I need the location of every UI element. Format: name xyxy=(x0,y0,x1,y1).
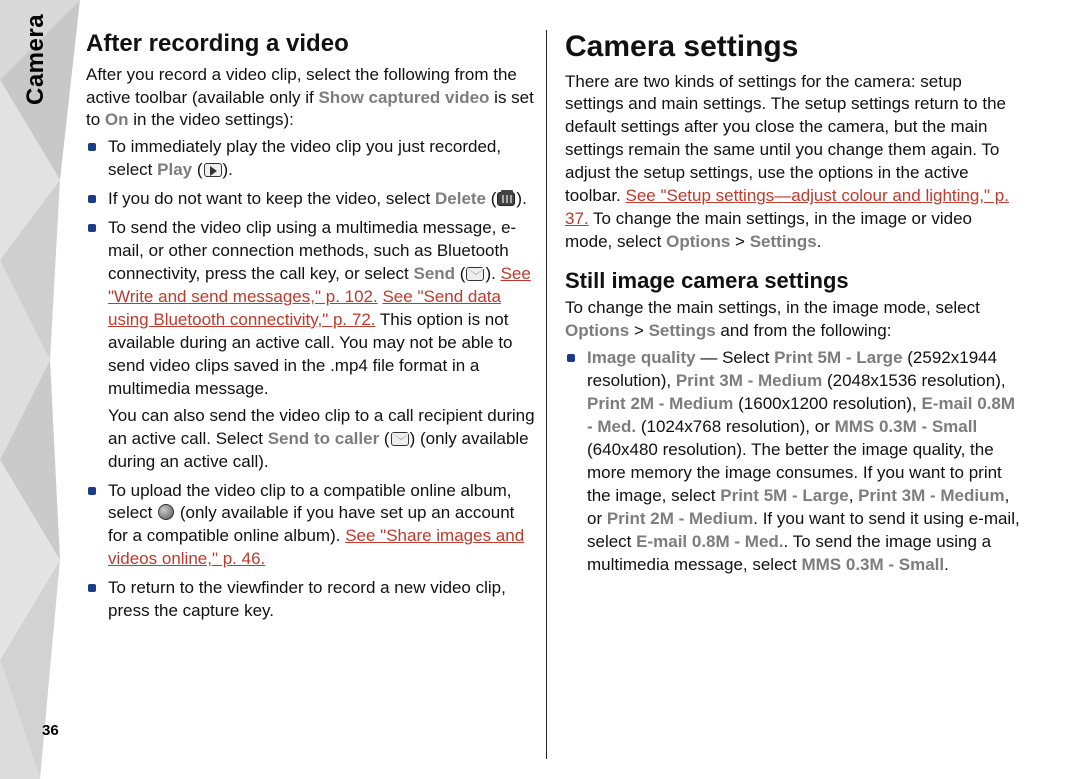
section-side-label: Camera xyxy=(20,14,52,105)
list-item: If you do not want to keep the video, se… xyxy=(108,188,536,211)
camera-settings-intro: There are two kinds of settings for the … xyxy=(565,71,1021,255)
list-item: To immediately play the video clip you j… xyxy=(108,136,536,182)
still-image-intro: To change the main settings, in the imag… xyxy=(565,297,1021,343)
heading-still-image-settings: Still image camera settings xyxy=(565,268,1021,293)
manual-page: Camera 36 After recording a video After … xyxy=(0,0,1080,779)
heading-camera-settings: Camera settings xyxy=(565,30,1021,65)
intro-paragraph: After you record a video clip, select th… xyxy=(86,64,536,133)
envelope-icon xyxy=(391,432,409,446)
right-column: Camera settings There are two kinds of s… xyxy=(546,30,1021,759)
still-image-settings-list: Image quality — Select Print 5M - Large … xyxy=(565,347,1021,576)
list-item: To return to the viewfinder to record a … xyxy=(108,577,536,623)
globe-icon xyxy=(158,504,174,520)
envelope-icon xyxy=(466,267,484,281)
sub-paragraph: You can also send the video clip to a ca… xyxy=(108,405,536,474)
heading-after-recording: After recording a video xyxy=(86,30,536,58)
list-item: To send the video clip using a multimedi… xyxy=(108,217,536,473)
left-column: After recording a video After you record… xyxy=(86,30,546,759)
list-item: Image quality — Select Print 5M - Large … xyxy=(587,347,1021,576)
trash-icon xyxy=(497,192,515,206)
after-recording-list: To immediately play the video clip you j… xyxy=(86,136,536,623)
two-column-layout: After recording a video After you record… xyxy=(86,30,1021,759)
page-number: 36 xyxy=(42,721,59,741)
list-item: To upload the video clip to a compatible… xyxy=(108,480,536,572)
play-icon xyxy=(204,163,222,177)
